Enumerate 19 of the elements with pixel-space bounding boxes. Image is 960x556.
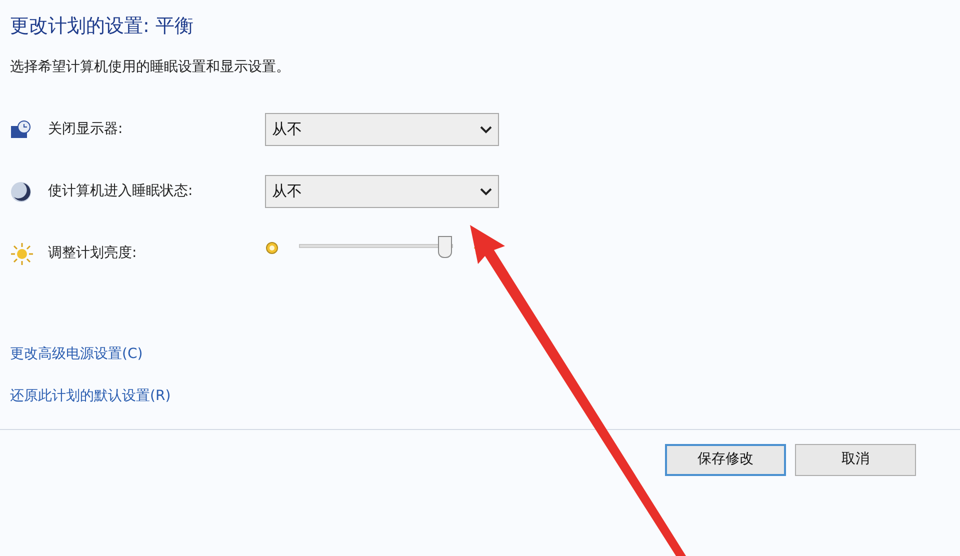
page-description: 选择希望计算机使用的睡眠设置和显示设置。	[10, 58, 290, 76]
chevron-down-icon	[480, 126, 492, 134]
moon-icon	[10, 180, 32, 202]
dim-sun-icon	[265, 240, 279, 254]
link[interactable]: 更改高级电源设置(C)	[10, 344, 143, 364]
link[interactable]: 还原此计划的默认设置(R)	[10, 386, 171, 406]
setting-label: 调整计划亮度:	[48, 244, 138, 263]
dialog-button[interactable]: 保存修改	[665, 444, 786, 476]
dialog-button[interactable]: 取消	[795, 444, 916, 476]
page-title: 更改计划的设置: 平衡	[10, 14, 194, 39]
setting-label: 关闭显示器:	[48, 120, 124, 139]
dropdown[interactable]: 从不	[265, 113, 499, 146]
chevron-down-icon	[480, 188, 492, 196]
slider-track[interactable]	[299, 236, 453, 260]
sun-icon	[10, 242, 34, 266]
setting-label: 使计算机进入睡眠状态:	[48, 182, 194, 201]
dropdown[interactable]: 从不	[265, 175, 499, 208]
monitor-clock-icon	[10, 120, 32, 140]
slider-thumb[interactable]	[438, 236, 452, 258]
